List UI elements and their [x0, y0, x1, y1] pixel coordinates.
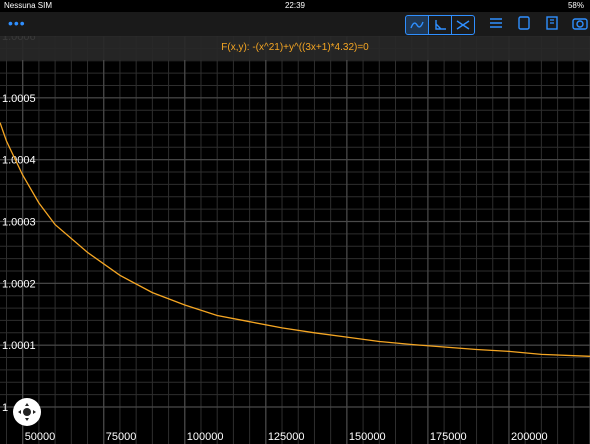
book-icon[interactable]	[544, 15, 560, 31]
list-icon[interactable]	[488, 15, 504, 31]
camera-icon[interactable]	[572, 15, 588, 31]
x-tick-label: 150000	[349, 431, 386, 443]
x-tick-label: 125000	[268, 431, 305, 443]
pan-joystick-icon[interactable]	[13, 398, 41, 426]
y-tick-label: 1	[2, 402, 8, 414]
x-tick-label: 100000	[187, 431, 224, 443]
intersection-mode-icon[interactable]	[452, 16, 474, 34]
formula-label: F(x,y): -(x^21)+y^((3x+1)*4.32)=0	[221, 42, 369, 53]
toolbar: •••	[0, 12, 590, 36]
battery-level: 58%	[567, 1, 584, 10]
status-bar: Nessuna SIM 22:39 58%	[0, 0, 590, 12]
minor-grid	[0, 36, 590, 444]
tablet-icon[interactable]	[516, 15, 532, 31]
trace-mode-icon[interactable]	[406, 16, 429, 34]
point-mode-icon[interactable]	[429, 16, 452, 34]
x-tick-label: 50000	[25, 431, 56, 443]
x-tick-label: 75000	[106, 431, 137, 443]
curve-series	[0, 122, 590, 357]
more-dots-icon[interactable]: •••	[8, 15, 26, 31]
x-tick-label: 175000	[430, 431, 467, 443]
major-grid	[0, 36, 590, 444]
x-tick-label: 200000	[511, 431, 548, 443]
mode-selector	[405, 15, 475, 35]
y-tick-label: 1.0004	[2, 155, 36, 167]
y-tick-label: 1.0001	[2, 340, 36, 352]
y-tick-label: 1.0002	[2, 278, 36, 290]
y-tick-label: 1.0003	[2, 217, 36, 229]
y-tick-label: 1.0005	[2, 93, 36, 105]
clock: 22:39	[284, 1, 306, 10]
graph-canvas[interactable]: 50000 75000 100000 125000 150000 175000 200000…	[0, 36, 590, 444]
